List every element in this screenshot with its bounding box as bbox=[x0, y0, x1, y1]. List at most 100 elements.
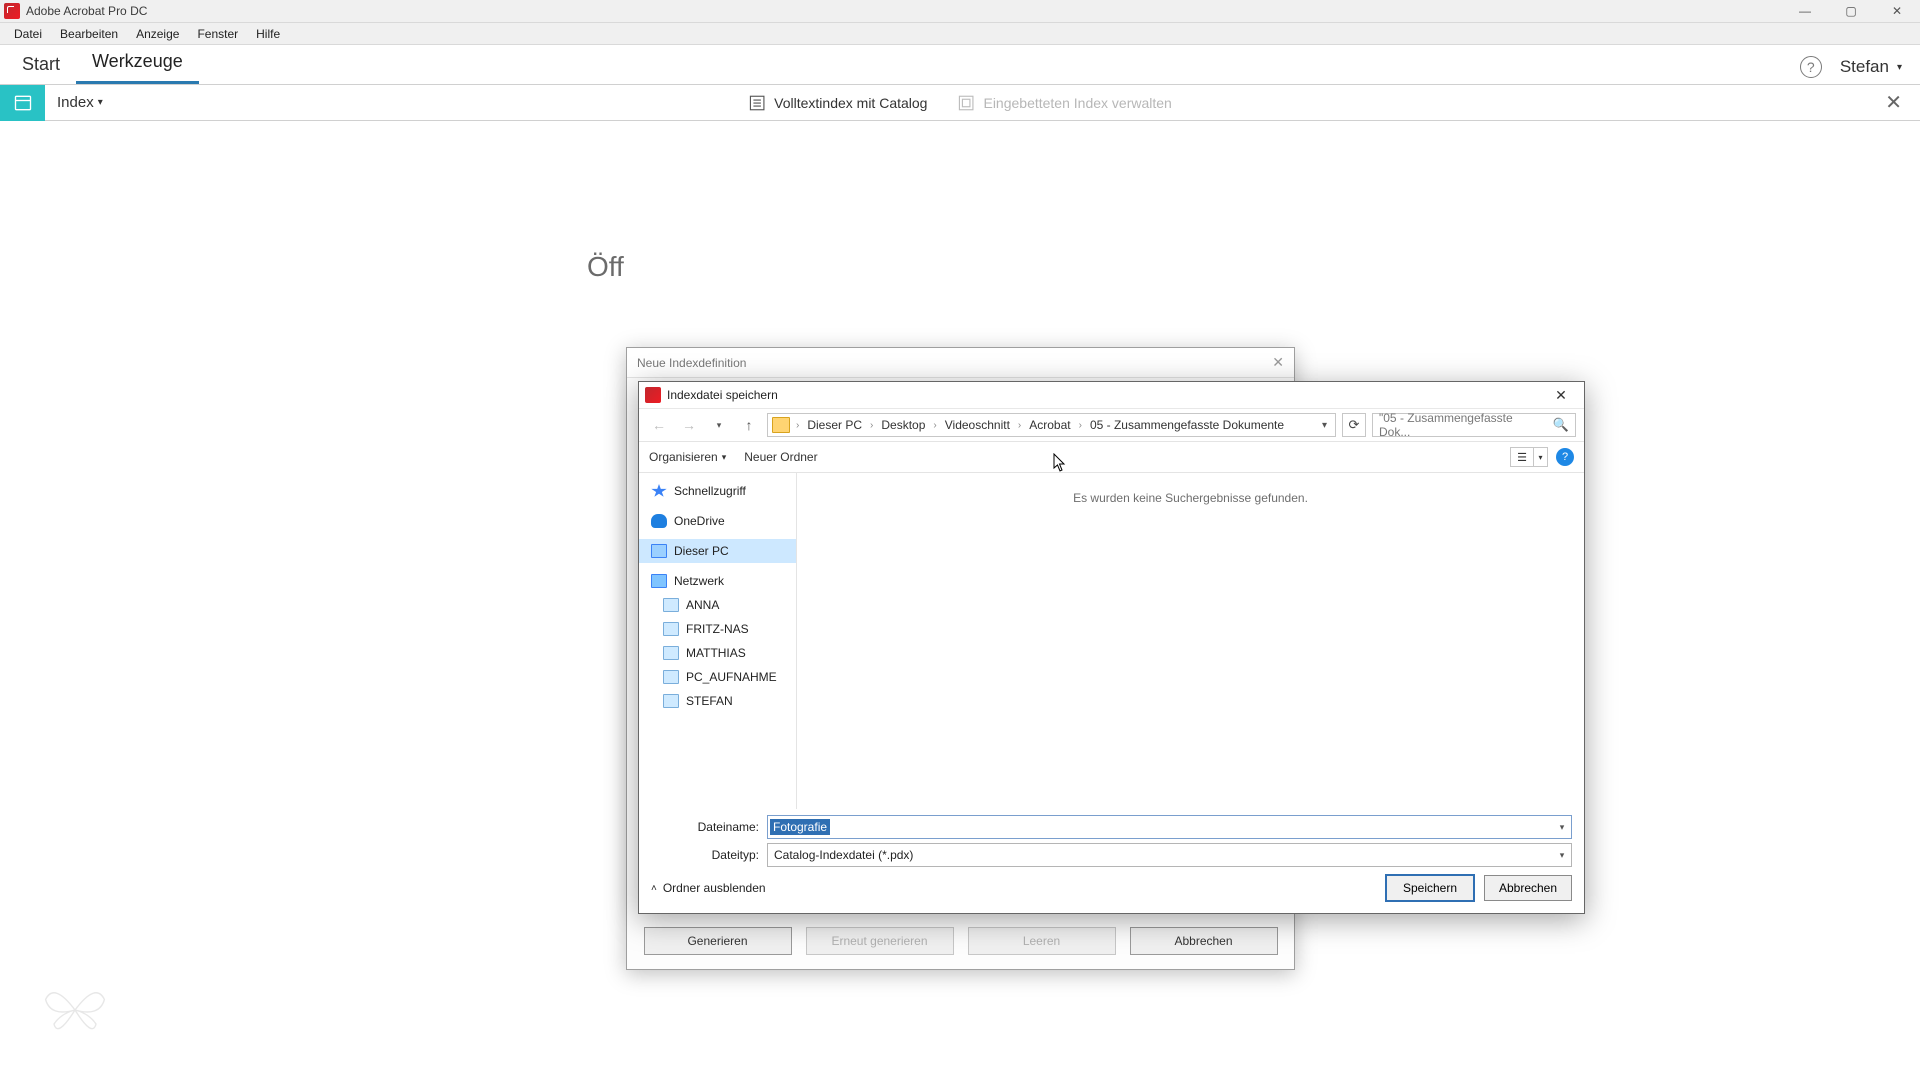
window-title: Adobe Acrobat Pro DC bbox=[26, 4, 147, 18]
computer-icon bbox=[663, 646, 679, 660]
breadcrumb-address-bar[interactable]: › Dieser PC› Desktop› Videoschnitt› Acro… bbox=[767, 413, 1336, 437]
star-icon bbox=[651, 484, 667, 498]
nav-network[interactable]: Netzwerk bbox=[639, 569, 796, 593]
nav-up-button[interactable]: ↑ bbox=[737, 413, 761, 437]
maximize-button[interactable]: ▢ bbox=[1828, 0, 1874, 23]
nav-host-recording[interactable]: PC_AUFNAHME bbox=[639, 665, 796, 689]
filename-input[interactable]: Fotografie ▾ bbox=[767, 815, 1572, 839]
tab-tools[interactable]: Werkzeuge bbox=[76, 45, 199, 84]
organize-dropdown[interactable]: Organisieren ▾ bbox=[649, 450, 726, 464]
crumb-videoschnitt[interactable]: Videoschnitt bbox=[943, 418, 1012, 432]
file-list-pane[interactable]: Es wurden keine Suchergebnisse gefunden. bbox=[797, 473, 1584, 809]
minimize-button[interactable]: — bbox=[1782, 0, 1828, 23]
no-results-text: Es wurden keine Suchergebnisse gefunden. bbox=[1073, 491, 1308, 505]
close-tool-button[interactable]: ✕ bbox=[1885, 90, 1902, 115]
generate-button[interactable]: Generieren bbox=[644, 927, 792, 955]
window-titlebar: Adobe Acrobat Pro DC — ▢ ✕ bbox=[0, 0, 1920, 23]
acrobat-icon bbox=[645, 387, 661, 403]
regenerate-button: Erneut generieren bbox=[806, 927, 954, 955]
embedded-index-icon bbox=[957, 94, 975, 112]
nav-this-pc[interactable]: Dieser PC bbox=[639, 539, 796, 563]
close-window-button[interactable]: ✕ bbox=[1874, 0, 1920, 23]
organize-toolbar: Organisieren ▾ Neuer Ordner ☰ ▾ ? bbox=[639, 441, 1584, 473]
crumb-this-pc[interactable]: Dieser PC bbox=[805, 418, 864, 432]
document-area: Öff Neue Indexdefinition ✕ Generieren Er… bbox=[0, 121, 1920, 1080]
computer-icon bbox=[663, 694, 679, 708]
crumb-desktop[interactable]: Desktop bbox=[879, 418, 927, 432]
primary-tabs: Start Werkzeuge ? Stefan ▾ bbox=[0, 45, 1920, 85]
index-tool-badge bbox=[0, 85, 45, 121]
chevron-down-icon: ▾ bbox=[1897, 62, 1902, 73]
nav-back-button[interactable]: ← bbox=[647, 413, 671, 437]
tab-start[interactable]: Start bbox=[6, 48, 76, 84]
computer-icon bbox=[663, 598, 679, 612]
folder-icon bbox=[772, 417, 790, 433]
background-truncated-text: Öff bbox=[587, 251, 624, 283]
save-form: Dateiname: Fotografie ▾ Dateityp: Catalo… bbox=[639, 809, 1584, 913]
save-index-file-dialog: Indexdatei speichern ✕ ← → ▾ ↑ › Dieser … bbox=[638, 381, 1585, 914]
filetype-select[interactable]: Catalog-Indexdatei (*.pdx) ▾ bbox=[767, 843, 1572, 867]
close-save-dialog-button[interactable]: ✕ bbox=[1544, 387, 1584, 404]
cloud-icon bbox=[651, 514, 667, 528]
help-icon[interactable]: ? bbox=[1800, 56, 1822, 78]
fulltext-label: Volltextindex mit Catalog bbox=[774, 95, 927, 111]
clear-button: Leeren bbox=[968, 927, 1116, 955]
filename-value: Fotografie bbox=[770, 819, 830, 835]
computer-icon bbox=[663, 670, 679, 684]
nav-onedrive[interactable]: OneDrive bbox=[639, 509, 796, 533]
filetype-label: Dateityp: bbox=[651, 848, 767, 862]
filetype-value: Catalog-Indexdatei (*.pdx) bbox=[768, 848, 913, 862]
filetype-dropdown-icon: ▾ bbox=[1553, 844, 1571, 866]
tool-bar: Index ▾ Volltextindex mit Catalog Eingeb… bbox=[0, 85, 1920, 121]
menu-help[interactable]: Hilfe bbox=[247, 24, 289, 44]
hide-folders-toggle[interactable]: ˄ Ordner ausblenden bbox=[651, 881, 766, 895]
dialog-title: Neue Indexdefinition bbox=[637, 356, 746, 370]
view-mode-dropdown[interactable]: ▾ bbox=[1534, 447, 1548, 467]
crumb-current-folder[interactable]: 05 - Zusammengefasste Dokumente bbox=[1088, 418, 1286, 432]
chevron-down-icon: ▾ bbox=[722, 452, 727, 463]
nav-quick-access[interactable]: Schnellzugriff bbox=[639, 479, 796, 503]
chevron-down-icon: ▾ bbox=[98, 97, 103, 108]
save-dialog-title: Indexdatei speichern bbox=[667, 388, 778, 402]
user-menu[interactable]: Stefan bbox=[1840, 57, 1889, 77]
folder-search-input[interactable]: "05 - Zusammengefasste Dok... 🔍 bbox=[1372, 413, 1576, 437]
view-mode-button[interactable]: ☰ bbox=[1510, 447, 1534, 467]
chevron-up-icon: ˄ bbox=[651, 883, 657, 894]
nav-host-stefan[interactable]: STEFAN bbox=[639, 689, 796, 713]
index-label: Index bbox=[57, 94, 94, 111]
refresh-button[interactable]: ⟳ bbox=[1342, 413, 1366, 437]
pc-icon bbox=[651, 544, 667, 558]
acrobat-icon bbox=[4, 3, 20, 19]
nav-host-matthias[interactable]: MATTHIAS bbox=[639, 641, 796, 665]
filename-history-dropdown[interactable]: ▾ bbox=[1553, 816, 1571, 838]
manage-embedded-index-button: Eingebetteten Index verwalten bbox=[957, 94, 1171, 112]
watermark-butterfly-icon bbox=[40, 975, 110, 1045]
nav-recent-dropdown[interactable]: ▾ bbox=[707, 413, 731, 437]
network-icon bbox=[651, 574, 667, 588]
cancel-index-button[interactable]: Abbrechen bbox=[1130, 927, 1278, 955]
nav-host-fritz[interactable]: FRITZ-NAS bbox=[639, 617, 796, 641]
app-menubar: Datei Bearbeiten Anzeige Fenster Hilfe bbox=[0, 23, 1920, 45]
nav-host-anna[interactable]: ANNA bbox=[639, 593, 796, 617]
search-placeholder: "05 - Zusammengefasste Dok... bbox=[1379, 411, 1547, 439]
close-icon[interactable]: ✕ bbox=[1272, 354, 1284, 371]
dialog-help-button[interactable]: ? bbox=[1556, 448, 1574, 466]
crumb-acrobat[interactable]: Acrobat bbox=[1027, 418, 1072, 432]
breadcrumb-dropdown-icon[interactable]: ▾ bbox=[1318, 420, 1331, 431]
new-folder-button[interactable]: Neuer Ordner bbox=[744, 450, 817, 464]
cancel-save-button[interactable]: Abbrechen bbox=[1484, 875, 1572, 901]
index-dropdown[interactable]: Index ▾ bbox=[45, 94, 103, 111]
menu-file[interactable]: Datei bbox=[5, 24, 51, 44]
search-icon: 🔍 bbox=[1553, 417, 1569, 433]
menu-window[interactable]: Fenster bbox=[188, 24, 247, 44]
folder-nav-pane: Schnellzugriff OneDrive Dieser PC Netzwe… bbox=[639, 473, 797, 809]
embedded-label: Eingebetteten Index verwalten bbox=[983, 95, 1171, 111]
menu-view[interactable]: Anzeige bbox=[127, 24, 188, 44]
address-nav-row: ← → ▾ ↑ › Dieser PC› Desktop› Videoschni… bbox=[639, 409, 1584, 441]
catalog-icon bbox=[748, 94, 766, 112]
nav-forward-button: → bbox=[677, 413, 701, 437]
filename-label: Dateiname: bbox=[651, 820, 767, 834]
menu-edit[interactable]: Bearbeiten bbox=[51, 24, 127, 44]
fulltext-catalog-button[interactable]: Volltextindex mit Catalog bbox=[748, 94, 927, 112]
save-button[interactable]: Speichern bbox=[1386, 875, 1474, 901]
